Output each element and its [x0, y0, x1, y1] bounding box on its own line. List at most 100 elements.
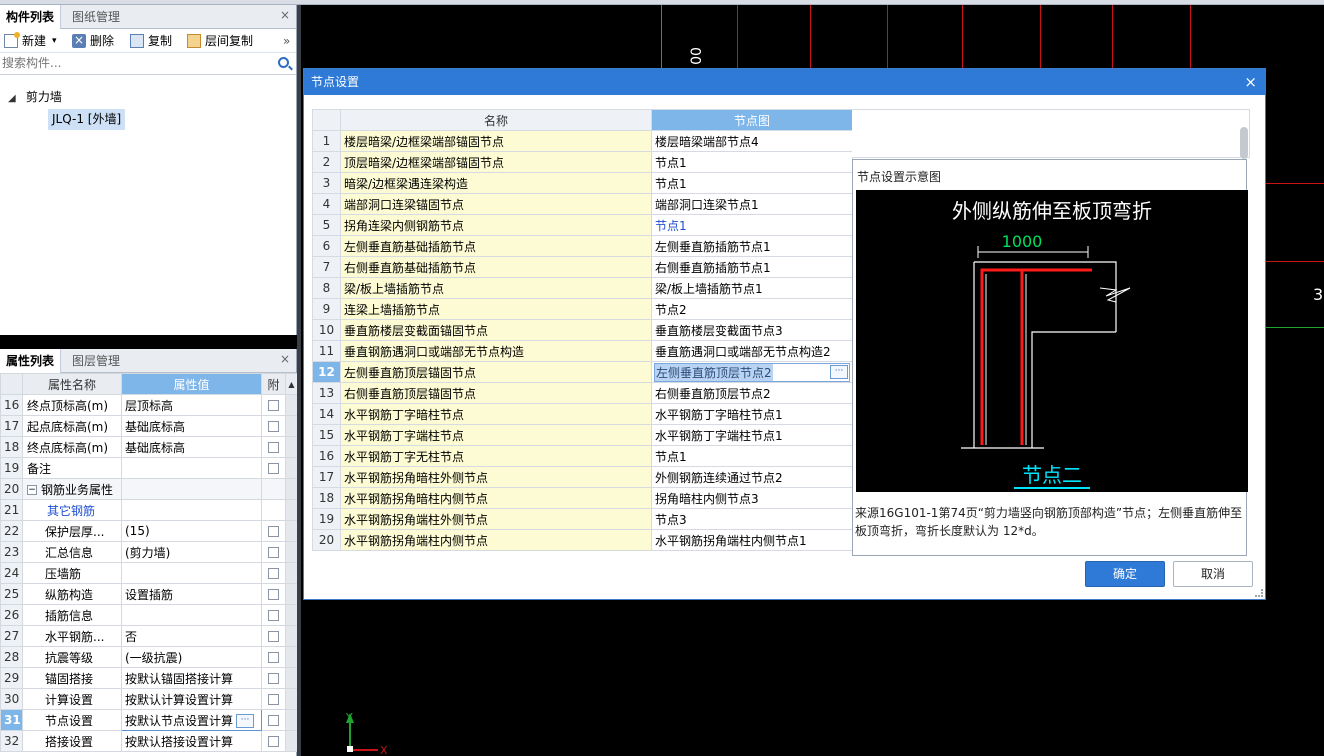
tab-property-list[interactable]: 属性列表 [0, 349, 62, 373]
scrollbar-track[interactable] [285, 415, 298, 437]
cancel-button[interactable]: 取消 [1173, 561, 1253, 587]
scrollbar-track[interactable] [285, 541, 298, 563]
property-row[interactable]: 25 纵筋构造 设置插筋 [0, 583, 298, 605]
checkbox[interactable] [268, 694, 279, 705]
property-row[interactable]: 27 水平钢筋... 否 [0, 625, 298, 647]
tab-component-list[interactable]: 构件列表 [0, 5, 62, 29]
node-image-cell[interactable]: 节点1 [651, 172, 853, 194]
attach-cell[interactable] [261, 688, 286, 710]
node-image-cell[interactable]: 垂直筋遇洞口或端部无节点构造2 [651, 340, 853, 362]
collapse-triangle-icon[interactable]: ◢ [8, 93, 22, 104]
ellipsis-button[interactable]: ··· [830, 365, 848, 379]
node-row[interactable]: 11 垂直钢筋遇洞口或端部无节点构造 垂直筋遇洞口或端部无节点构造2 [312, 340, 853, 362]
checkbox[interactable] [268, 526, 279, 537]
property-value-cell[interactable] [121, 478, 262, 500]
attach-cell[interactable] [261, 457, 286, 479]
property-row[interactable]: 28 抗震等级 (一级抗震) [0, 646, 298, 668]
node-row[interactable]: 18 水平钢筋拐角暗柱内侧节点 拐角暗柱内侧节点3 [312, 487, 853, 509]
node-image-cell[interactable]: 节点1 [651, 151, 853, 173]
property-row[interactable]: 24 压墙筋 [0, 562, 298, 584]
node-image-cell[interactable]: 右侧垂直筋顶层节点2 [651, 382, 853, 404]
scrollbar-track[interactable] [285, 457, 298, 479]
node-row[interactable]: 16 水平钢筋丁字无柱节点 节点1 [312, 445, 853, 467]
checkbox[interactable] [268, 610, 279, 621]
node-row[interactable]: 2 顶层暗梁/边框梁端部锚固节点 节点1 [312, 151, 853, 173]
dialog-title-bar[interactable]: 节点设置 × [304, 69, 1265, 95]
scroll-up-arrow[interactable]: ▲ [285, 373, 298, 395]
scrollbar-track[interactable] [285, 646, 298, 668]
tab-layer-management[interactable]: 图层管理 [66, 349, 126, 373]
node-row[interactable]: 14 水平钢筋丁字暗柱节点 水平钢筋丁字暗柱节点1 [312, 403, 853, 425]
node-row[interactable]: 8 梁/板上墙插筋节点 梁/板上墙插筋节点1 [312, 277, 853, 299]
node-image-cell[interactable]: 水平钢筋丁字暗柱节点1 [651, 403, 853, 425]
attach-cell[interactable] [261, 394, 286, 416]
property-value-cell[interactable]: (一级抗震) [121, 646, 262, 668]
attach-cell[interactable] [261, 541, 286, 563]
copy-button[interactable]: 复制 [130, 32, 172, 50]
dropdown-arrow-icon[interactable]: ▾ [52, 32, 57, 50]
tree-item-jlq-1[interactable]: JLQ-1 [外墙] [48, 109, 126, 130]
property-value-cell[interactable]: 按默认节点设置计算 ··· [121, 709, 262, 731]
property-value-cell[interactable]: 否 [121, 625, 262, 647]
node-image-cell[interactable]: 水平钢筋丁字端柱节点1 [651, 424, 853, 446]
checkbox[interactable] [268, 442, 279, 453]
property-value-cell[interactable] [121, 499, 262, 521]
attach-cell[interactable] [261, 604, 286, 626]
scrollbar-track[interactable] [285, 394, 298, 416]
checkbox[interactable] [268, 568, 279, 579]
node-image-cell[interactable]: 节点1 [651, 445, 853, 467]
attach-cell[interactable] [261, 709, 286, 731]
checkbox[interactable] [268, 631, 279, 642]
attach-cell[interactable] [261, 667, 286, 689]
scrollbar-track[interactable] [285, 730, 298, 752]
property-value-cell[interactable]: 按默认计算设置计算 [121, 688, 262, 710]
scrollbar-track[interactable] [285, 562, 298, 584]
property-row[interactable]: 26 插筋信息 [0, 604, 298, 626]
node-row[interactable]: 19 水平钢筋拐角端柱外侧节点 节点3 [312, 508, 853, 530]
checkbox[interactable] [268, 547, 279, 558]
scrollbar-track[interactable] [285, 520, 298, 542]
resize-grip-icon[interactable] [1255, 589, 1263, 597]
checkbox[interactable] [268, 400, 279, 411]
node-image-cell[interactable]: 拐角暗柱内侧节点3 [651, 487, 853, 509]
node-row[interactable]: 13 右侧垂直筋顶层锚固节点 右侧垂直筋顶层节点2 [312, 382, 853, 404]
property-value-cell[interactable]: 基础底标高 [121, 436, 262, 458]
node-row[interactable]: 6 左侧垂直筋基础插筋节点 左侧垂直筋插筋节点1 [312, 235, 853, 257]
scrollbar-track[interactable] [285, 709, 298, 731]
scrollbar-track[interactable] [285, 583, 298, 605]
property-row[interactable]: 16 终点顶标高(m) 层顶标高 [0, 394, 298, 416]
property-value-cell[interactable]: 按默认锚固搭接计算 [121, 667, 262, 689]
checkbox[interactable] [268, 715, 279, 726]
search-icon[interactable] [278, 57, 289, 68]
node-image-cell[interactable]: 垂直筋楼层变截面节点3 [651, 319, 853, 341]
node-row[interactable]: 15 水平钢筋丁字端柱节点 水平钢筋丁字端柱节点1 [312, 424, 853, 446]
node-row[interactable]: 7 右侧垂直筋基础插筋节点 右侧垂直筋插筋节点1 [312, 256, 853, 278]
property-value-cell[interactable]: (剪力墙) [121, 541, 262, 563]
scrollbar-track[interactable] [285, 604, 298, 626]
checkbox[interactable] [268, 673, 279, 684]
property-row[interactable]: 23 汇总信息 (剪力墙) [0, 541, 298, 563]
floor-copy-button[interactable]: 层间复制 [187, 32, 253, 50]
attach-cell[interactable] [261, 562, 286, 584]
node-row[interactable]: 17 水平钢筋拐角暗柱外侧节点 外侧钢筋连续通过节点2 [312, 466, 853, 488]
property-value-cell[interactable] [121, 457, 262, 479]
collapse-icon[interactable]: − [27, 485, 37, 495]
property-value-cell[interactable]: 层顶标高 [121, 394, 262, 416]
tree-item-shear-wall[interactable]: ◢ 剪力墙 [8, 88, 62, 105]
node-image-cell[interactable]: 右侧垂直筋插筋节点1 [651, 256, 853, 278]
property-row[interactable]: 17 起点底标高(m) 基础底标高 [0, 415, 298, 437]
search-input[interactable] [0, 53, 270, 73]
checkbox[interactable] [268, 736, 279, 747]
node-image-cell[interactable]: 楼层暗梁端部节点4 [651, 130, 853, 152]
node-image-cell[interactable]: 节点2 [651, 298, 853, 320]
property-row[interactable]: 29 锚固搭接 按默认锚固搭接计算 [0, 667, 298, 689]
ellipsis-button[interactable]: ··· [236, 714, 255, 728]
property-value-cell[interactable] [121, 562, 262, 584]
node-image-cell[interactable]: 端部洞口连梁节点1 [651, 193, 853, 215]
checkbox[interactable] [268, 589, 279, 600]
node-row[interactable]: 1 楼层暗梁/边框梁端部锚固节点 楼层暗梁端部节点4 [312, 130, 853, 152]
node-image-cell[interactable]: 梁/板上墙插筋节点1 [651, 277, 853, 299]
property-value-cell[interactable]: (15) [121, 520, 262, 542]
property-row[interactable]: 20− 钢筋业务属性 [0, 478, 298, 500]
node-image-cell[interactable]: 左侧垂直筋插筋节点1 [651, 235, 853, 257]
